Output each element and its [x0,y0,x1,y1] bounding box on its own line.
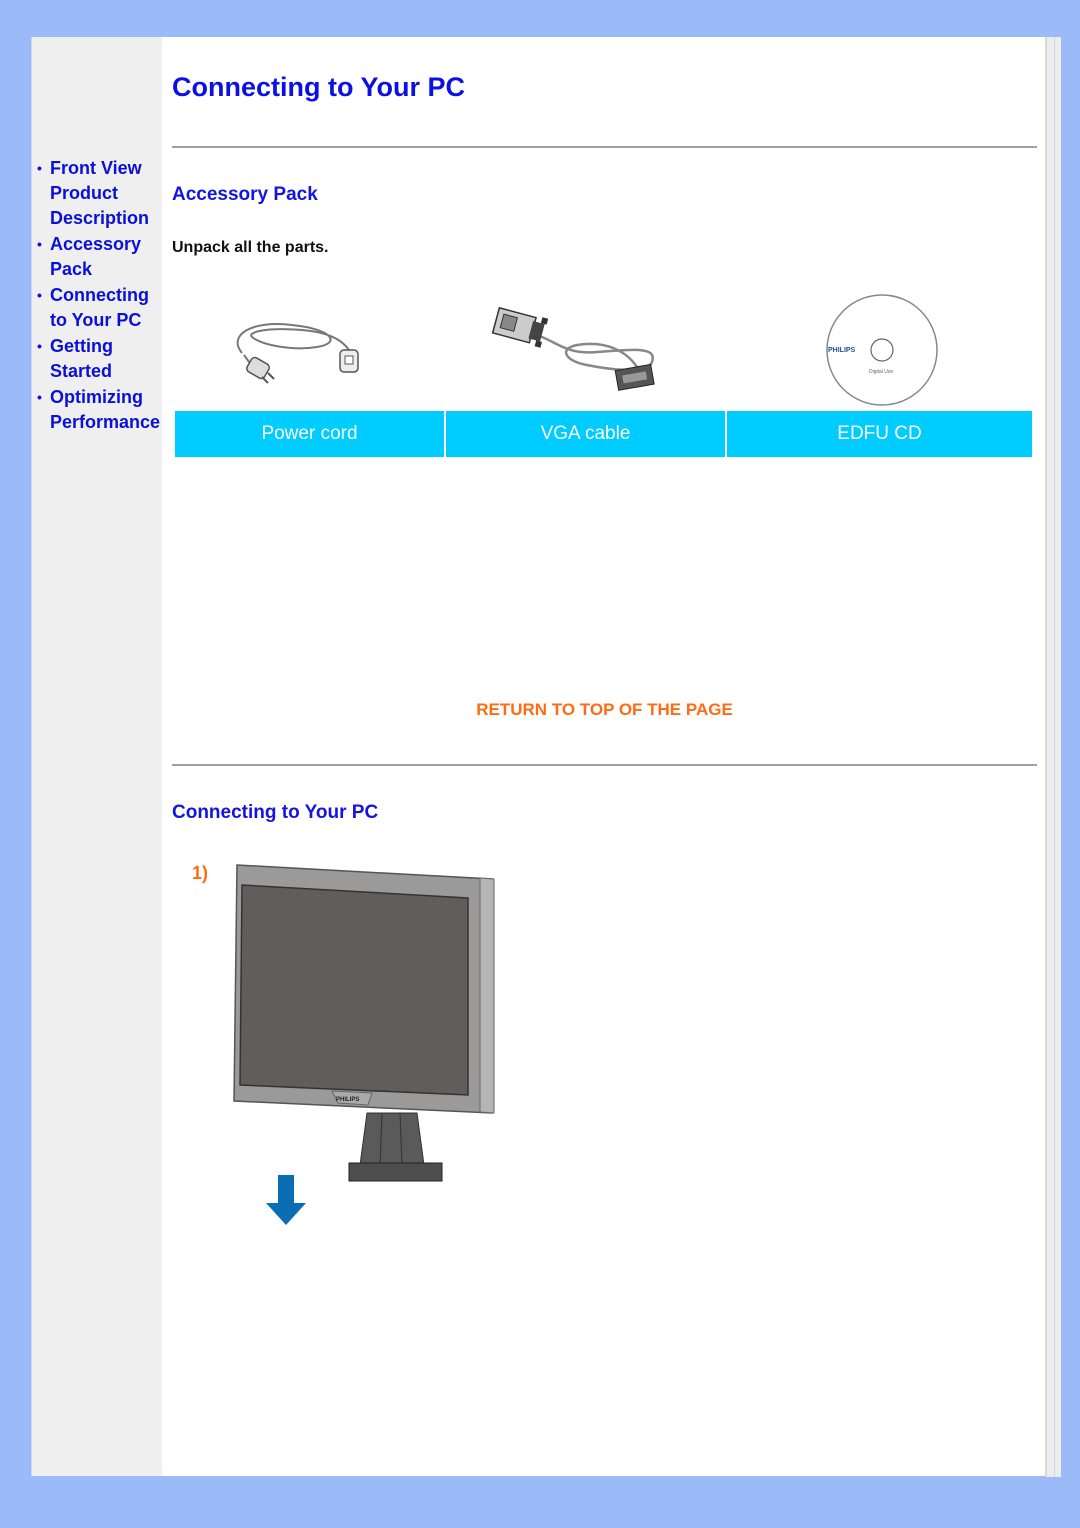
arrow-down-icon [266,1203,306,1225]
connecting-section-title: Connecting to Your PC [172,802,379,823]
sidebar-item-front-view[interactable]: • Front View Product Description [36,156,162,231]
cd-icon: PHILIPS Digital Use [826,294,938,406]
sidebar-nav: • Front View Product Description • Acces… [36,156,170,436]
sidebar: • Front View Product Description • Acces… [32,37,162,1476]
unpack-instruction: Unpack all the parts. [172,239,329,256]
accessory-pack-title: Accessory Pack [172,184,318,205]
label-power-cord: Power cord [175,411,444,457]
sidebar-item-accessory-pack[interactable]: • Accessory Pack [36,232,162,282]
sidebar-item-getting-started[interactable]: • Getting Started [36,334,150,384]
arrow-down-icon-shaft [278,1175,294,1204]
monitor-brand-text: PHILIPS [336,1097,359,1103]
bullet-icon: • [37,287,42,303]
label-vga-cable: VGA cable [446,411,725,457]
sidebar-item-connecting[interactable]: • Connecting to Your PC [36,283,162,333]
monitor-illustration: PHILIPS [233,864,495,1225]
label-edfu-cd: EDFU CD [727,411,1032,457]
sidebar-link-connecting[interactable]: Connecting to Your PC [50,285,149,330]
sidebar-link-getting-started[interactable]: Getting Started [50,336,113,381]
sidebar-link-optimizing[interactable]: Optimizing Performance [50,387,160,432]
cd-brand-text: PHILIPS [828,347,856,354]
cd-label-text: Digital Use [869,369,893,375]
power-cord-icon [236,323,359,384]
bullet-icon: • [37,160,42,176]
sidebar-link-accessory-pack[interactable]: Accessory Pack [50,234,141,279]
page-title: Connecting to Your PC [172,72,465,102]
sidebar-link-front-view[interactable]: Front View Product Description [50,158,149,228]
step-number: 1) [192,863,209,883]
page-frame: • Front View Product Description • Acces… [31,37,1046,1476]
accessory-labels: Power cord VGA cable EDFU CD [175,411,1032,457]
bullet-icon: • [37,338,42,354]
bullet-icon: • [37,236,42,252]
return-to-top-link[interactable]: RETURN TO TOP OF THE PAGE [172,700,1037,720]
vga-cable-icon [491,307,655,391]
vertical-scrollbar[interactable] [1045,37,1061,1477]
bullet-icon: • [37,389,42,405]
divider [172,146,1037,148]
sidebar-item-optimizing[interactable]: • Optimizing Performance [36,385,170,435]
divider [172,764,1037,766]
